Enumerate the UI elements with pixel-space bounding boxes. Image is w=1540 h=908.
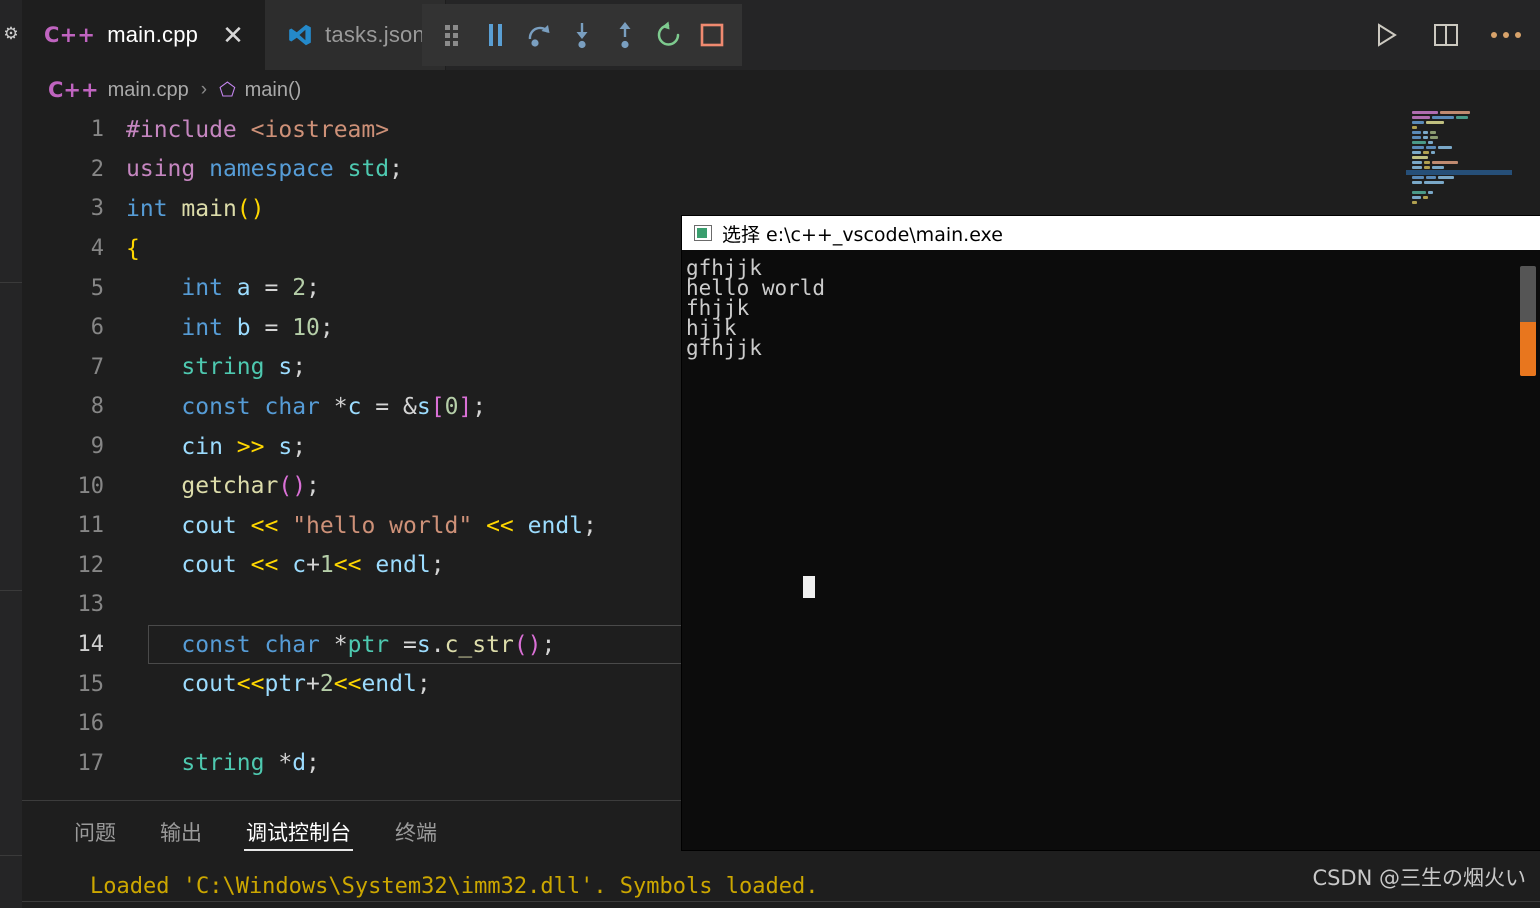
console-output-line: gfhjjk xyxy=(686,336,762,360)
watermark: CSDN @三生の烟火い xyxy=(1312,866,1526,890)
console-text-cursor xyxy=(803,576,815,598)
line-number: 8 xyxy=(90,394,104,420)
step-into-icon xyxy=(576,23,588,49)
code-line[interactable]: 1 #include <iostream> xyxy=(22,110,1540,150)
line-number: 3 xyxy=(90,196,104,222)
console-output-line: hjjk xyxy=(686,316,737,340)
line-number: 17 xyxy=(77,750,105,776)
drag-handle[interactable] xyxy=(430,12,473,58)
panel-divider xyxy=(22,901,1540,902)
panel-tab-2[interactable]: 调试控制台 xyxy=(224,801,373,863)
vscode-json-icon xyxy=(287,22,313,48)
split-editor-icon xyxy=(1434,24,1458,46)
step-out-icon xyxy=(619,22,631,49)
line-number: 12 xyxy=(77,552,105,578)
play-triangle-icon xyxy=(1378,23,1397,47)
restart-button[interactable] xyxy=(647,12,690,58)
vscode-window: ⚙ C++ main.cpp ✕ tasks.json C++ main.cpp… xyxy=(0,0,1540,908)
line-number: 1 xyxy=(90,117,104,143)
breadcrumb-symbol[interactable]: main() xyxy=(245,79,302,102)
step-out-button[interactable] xyxy=(604,12,647,58)
step-over-icon xyxy=(528,25,550,47)
chevron-right-icon: › xyxy=(200,79,208,100)
code-line-text: #include <iostream> xyxy=(126,116,390,143)
console-output[interactable]: gfhjjk hello world fhjjk hjjk gfhjjk xyxy=(682,250,1540,850)
console-title-bar[interactable]: 选择 e:\c++_vscode\main.exe xyxy=(682,216,1540,250)
grip-dots-icon xyxy=(445,24,459,46)
tab-tasks-json[interactable]: tasks.json xyxy=(265,0,446,70)
line-number: 5 xyxy=(90,275,104,301)
line-number: 10 xyxy=(77,473,105,499)
console-app-icon xyxy=(694,225,712,241)
run-button[interactable] xyxy=(1366,15,1406,55)
line-number: 2 xyxy=(90,156,104,182)
editor-tab-bar: C++ main.cpp ✕ tasks.json xyxy=(22,0,1540,70)
line-number: 14 xyxy=(77,632,105,658)
panel-tab-3[interactable]: 终端 xyxy=(373,801,459,863)
console-output-line: hello world xyxy=(686,276,826,300)
tab-label: main.cpp xyxy=(107,22,199,47)
more-actions-button[interactable] xyxy=(1486,15,1526,55)
console-scrollbar[interactable] xyxy=(1520,266,1536,376)
breadcrumb[interactable]: C++ main.cpp › ⬠ main() xyxy=(22,70,1540,110)
console-output-line: fhjjk xyxy=(686,296,750,320)
panel-tab-list: 问题 输出 调试控制台 终端 xyxy=(22,801,459,863)
console-title-text: 选择 e:\c++_vscode\main.exe xyxy=(722,223,1003,246)
cube-icon: ⬠ xyxy=(219,79,236,101)
cpp-file-icon: C++ xyxy=(44,23,96,47)
line-number: 4 xyxy=(90,236,104,262)
tab-main-cpp[interactable]: C++ main.cpp ✕ xyxy=(22,0,266,70)
line-number: 13 xyxy=(77,592,105,618)
line-number: 7 xyxy=(90,354,104,380)
panel-tab-1[interactable]: 输出 xyxy=(138,801,224,863)
pause-button[interactable] xyxy=(473,12,516,58)
step-over-button[interactable] xyxy=(517,12,560,58)
tab-label: tasks.json xyxy=(325,22,425,47)
debug-toolbar[interactable] xyxy=(422,4,742,66)
step-into-button[interactable] xyxy=(560,12,603,58)
console-scrollbar-thumb[interactable] xyxy=(1520,322,1536,376)
panel-tab-0[interactable]: 问题 xyxy=(52,801,138,863)
ellipsis-icon xyxy=(1491,32,1521,38)
activity-bar: ⚙ xyxy=(0,0,22,908)
stop-button[interactable] xyxy=(691,12,734,58)
restart-icon xyxy=(657,21,680,46)
line-number: 9 xyxy=(90,434,104,460)
console-window[interactable]: 选择 e:\c++_vscode\main.exe gfhjjk hello wo… xyxy=(682,216,1540,850)
console-output-line: gfhjjk xyxy=(686,256,762,280)
pause-icon xyxy=(489,24,503,46)
code-line[interactable]: 2 using namespace std; xyxy=(22,150,1540,190)
minimap-line xyxy=(1412,200,1518,205)
split-editor-button[interactable] xyxy=(1426,15,1466,55)
code-line-text: using namespace std; xyxy=(126,156,403,183)
close-icon[interactable]: ✕ xyxy=(222,22,244,48)
line-number: 15 xyxy=(77,671,105,697)
gear-icon[interactable]: ⚙ xyxy=(1,22,21,46)
line-number: 6 xyxy=(90,315,104,341)
breadcrumb-file[interactable]: main.cpp xyxy=(108,79,189,102)
cpp-file-icon: C++ xyxy=(48,78,99,102)
editor-actions xyxy=(1366,8,1526,62)
stop-icon xyxy=(700,23,724,47)
line-number: 16 xyxy=(77,711,105,737)
line-number: 11 xyxy=(77,513,105,539)
